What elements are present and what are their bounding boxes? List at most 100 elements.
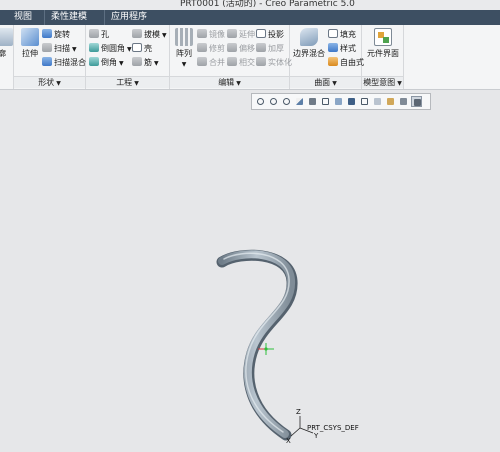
perspective-icon [361, 98, 368, 105]
trim-label: 修剪 [209, 44, 225, 53]
chevron-down-icon: ▼ [162, 32, 167, 39]
revolve-label: 旋转 [54, 30, 70, 39]
style-label: 样式 [340, 44, 356, 53]
view-manager-icon [335, 98, 342, 105]
swept-blend-button[interactable]: 扫描混合 [42, 57, 86, 69]
zoom-in-button[interactable] [268, 96, 279, 107]
freestyle-button[interactable]: 自由式 [328, 57, 364, 69]
tab-applications[interactable]: 应用程序 [104, 10, 153, 25]
swept-blend-label: 扫描混合 [54, 58, 86, 67]
zoom-out-icon [283, 98, 290, 105]
group-surfaces-label[interactable]: 曲面 ▼ [290, 76, 361, 88]
intersect-label: 相交 [239, 58, 255, 67]
repaint-button[interactable] [294, 96, 305, 107]
style-button[interactable]: 样式 [328, 43, 356, 55]
group-engineering-label[interactable]: 工程 ▼ [86, 76, 169, 88]
hole-button[interactable]: 孔 [89, 29, 109, 41]
fill-label: 填充 [340, 30, 356, 39]
pattern-button[interactable]: 阵列 ▼ [173, 28, 195, 68]
thicken-button[interactable]: 加厚 [256, 43, 284, 55]
merge-icon [197, 57, 207, 66]
saved-orientations-icon [322, 98, 329, 105]
chevron-down-icon: ▼ [154, 60, 159, 67]
chevron-down-icon: ▼ [181, 61, 187, 68]
refit-button[interactable] [255, 96, 266, 107]
style-icon [328, 43, 338, 52]
group-shape-label[interactable]: 形状 ▼ [14, 76, 85, 88]
component-interface-button[interactable]: 元件界面 [365, 28, 401, 59]
offset-button[interactable]: 偏移 [227, 43, 255, 55]
chevron-down-icon: ▼ [397, 80, 402, 87]
annotation-display-button[interactable] [411, 96, 422, 107]
tab-flexible-modeling[interactable]: 柔性建模 [44, 10, 93, 25]
section-button[interactable] [372, 96, 383, 107]
reorient-button[interactable] [307, 96, 318, 107]
trim-button[interactable]: 修剪 [197, 43, 225, 55]
csys-axis-x: X [286, 437, 291, 445]
mirror-label: 镜像 [209, 30, 225, 39]
freestyle-icon [328, 57, 338, 66]
reorient-icon [309, 98, 316, 105]
graphics-toolbar [251, 93, 431, 110]
boundary-blend-button[interactable]: 边界混合 [292, 28, 326, 59]
draft-label: 拔模 [144, 30, 160, 39]
group-surfaces: 边界混合 填充 样式 自由式 曲面 ▼ [290, 25, 364, 89]
display-style-icon [348, 98, 355, 105]
group-editing-label[interactable]: 编辑 ▼ [170, 76, 289, 88]
ribbon: 轮廓 拉伸 旋转 扫描▼ 扫描混合 形状▼ 孔 倒圆角▼ 倒角▼ 拔模▼ [0, 25, 500, 90]
round-button[interactable]: 倒圆角 ▼ [89, 43, 132, 55]
chevron-down-icon: ▼ [119, 60, 124, 67]
extend-label: 延伸 [239, 30, 255, 39]
zoom-out-button[interactable] [281, 96, 292, 107]
repaint-icon [296, 98, 303, 105]
ribbon-tab-bar: 视图 柔性建模 应用程序 [0, 10, 500, 25]
graphics-viewport[interactable]: Z PRT_CSYS_DEF X Y [0, 111, 500, 450]
boundary-blend-label: 边界混合 [293, 49, 325, 58]
fill-button[interactable]: 填充 [328, 29, 356, 41]
sketch-icon [0, 28, 13, 46]
tab-view[interactable]: 视图 [8, 10, 38, 25]
group-partial-left: 轮廓 [0, 25, 14, 89]
intersect-icon [227, 57, 237, 66]
merge-label: 合并 [209, 58, 225, 67]
group-shape: 拉伸 旋转 扫描 ▼ 扫描混合 形状 ▼ [14, 25, 86, 89]
revolve-button[interactable]: 旋转 [42, 29, 70, 41]
saved-orientations-button[interactable] [320, 96, 331, 107]
chevron-down-icon: ▼ [236, 80, 241, 87]
sketch-button[interactable]: 轮廓 [0, 28, 14, 59]
pattern-icon [175, 28, 193, 46]
perspective-button[interactable] [359, 96, 370, 107]
spin-center-icon [400, 98, 407, 105]
extend-button[interactable]: 延伸 [227, 29, 255, 41]
component-interface-label: 元件界面 [367, 49, 399, 58]
model-canvas [216, 249, 314, 441]
view-manager-button[interactable] [333, 96, 344, 107]
display-style-button[interactable] [346, 96, 357, 107]
sweep-button[interactable]: 扫描 ▼ [42, 43, 77, 55]
group-engineering: 孔 倒圆角 ▼ 倒角 ▼ 拔模 ▼ 壳 筋 ▼ 工程 ▼ [86, 25, 170, 89]
csys-axis-z: Z [296, 408, 301, 416]
group-model-intent-label[interactable]: 模型意图 ▼ [362, 76, 403, 88]
chamfer-icon [89, 57, 99, 66]
refit-icon [257, 98, 264, 105]
rib-button[interactable]: 筋 ▼ [132, 57, 159, 69]
datum-display-button[interactable] [385, 96, 396, 107]
chevron-down-icon: ▼ [332, 80, 337, 87]
section-icon [374, 98, 381, 105]
spin-center-button[interactable] [398, 96, 409, 107]
draft-button[interactable]: 拔模 ▼ [132, 29, 167, 41]
extrude-button[interactable]: 拉伸 [18, 28, 42, 59]
intersect-button[interactable]: 相交 [227, 57, 255, 69]
rib-label: 筋 [144, 58, 152, 67]
merge-button[interactable]: 合并 [197, 57, 225, 69]
shell-button[interactable]: 壳 [132, 43, 152, 55]
mirror-button[interactable]: 镜像 [197, 29, 225, 41]
solidify-label: 实体化 [268, 58, 292, 67]
sweep-icon [42, 43, 52, 52]
chamfer-button[interactable]: 倒角 ▼ [89, 57, 124, 69]
fill-icon [328, 29, 338, 38]
thicken-label: 加厚 [268, 44, 284, 53]
solidify-button[interactable]: 实体化 [256, 57, 292, 69]
project-button[interactable]: 投影 [256, 29, 284, 41]
offset-label: 偏移 [239, 44, 255, 53]
